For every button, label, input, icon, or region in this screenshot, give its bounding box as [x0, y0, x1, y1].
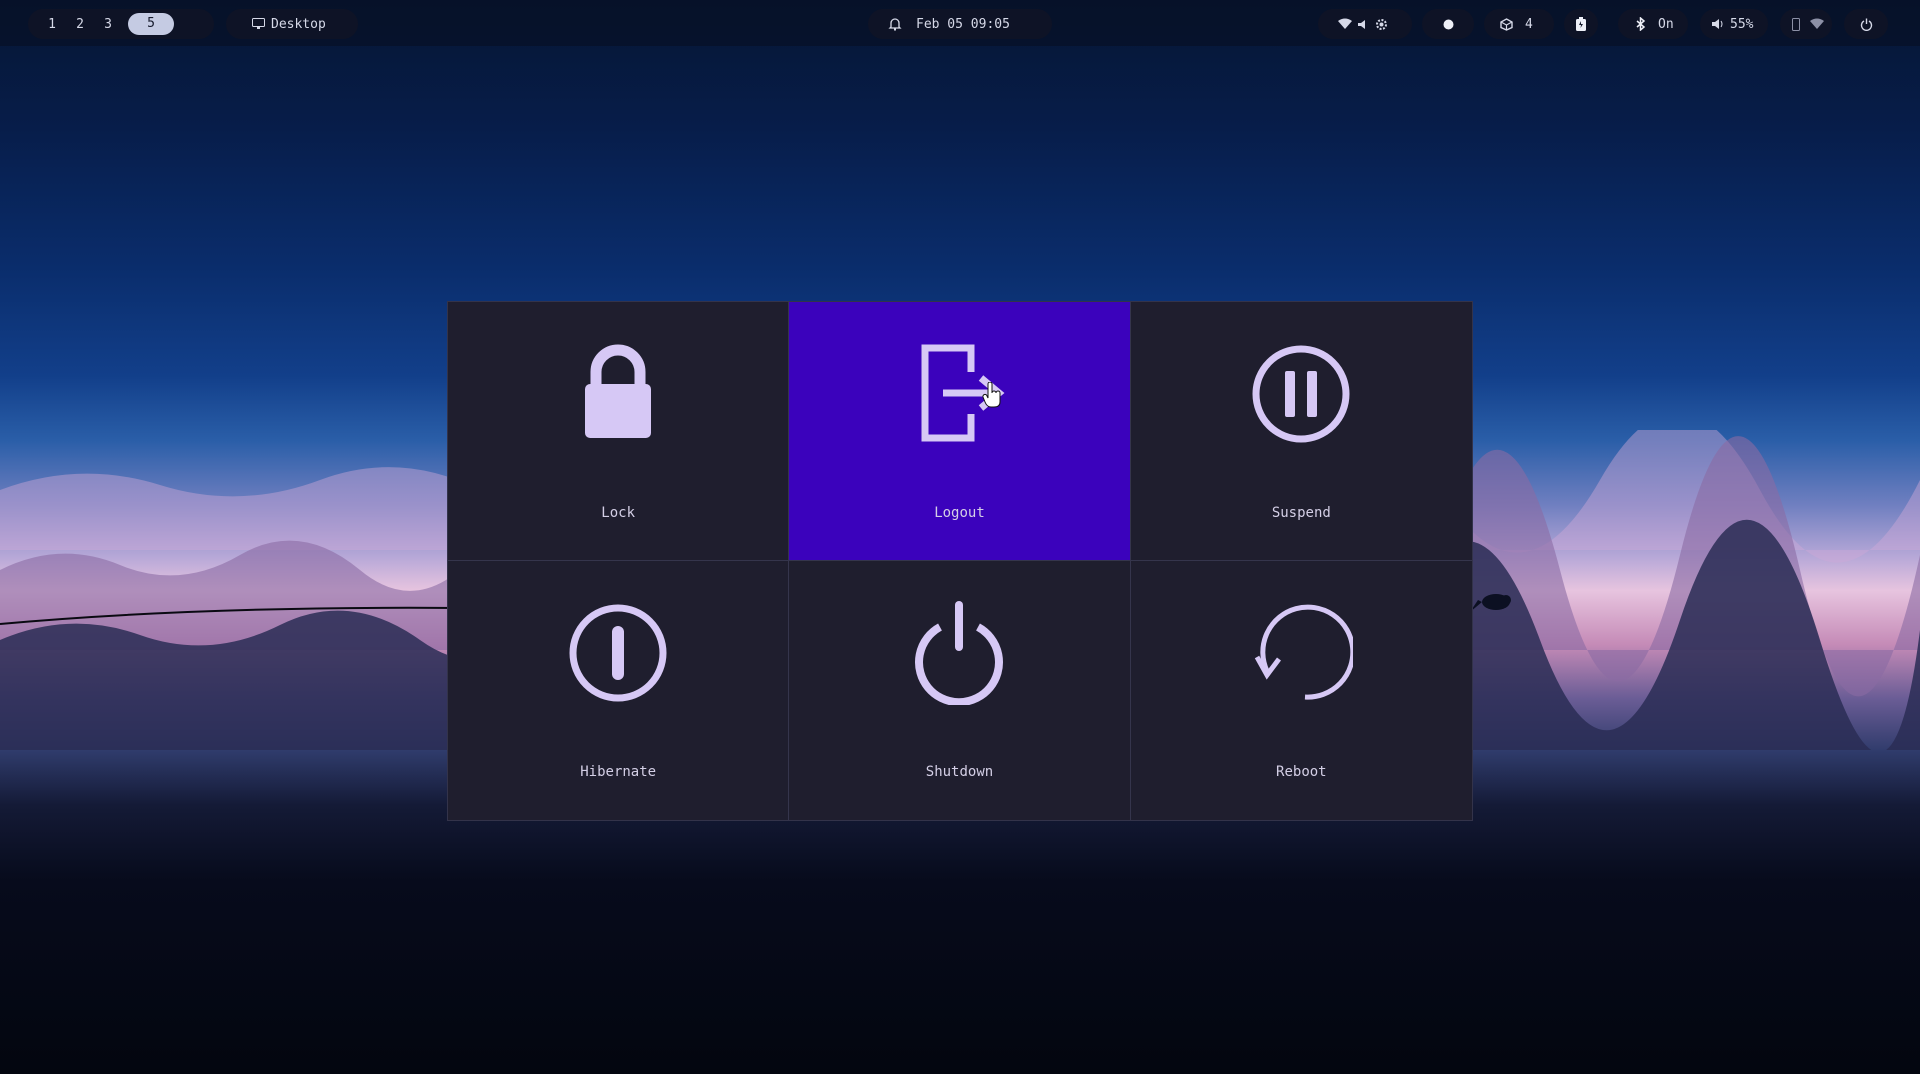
top-bar: 1 2 3 5 Desktop Feb 05 09:05 4 On 55% [0, 0, 1920, 46]
power-line [0, 606, 460, 625]
monitor-icon [252, 18, 265, 30]
workspace-5-active[interactable]: 5 [128, 13, 174, 35]
bluetooth-status: On [1658, 16, 1674, 32]
lock-label: Lock [601, 505, 636, 521]
window-title-pill[interactable]: Desktop [226, 9, 358, 39]
shutdown-label: Shutdown [925, 764, 994, 780]
bluetooth-icon [1636, 17, 1646, 31]
battery-icon [1576, 17, 1586, 31]
logout-icon [921, 344, 1005, 442]
recording-indicator[interactable] [1422, 9, 1474, 39]
hibernate-option[interactable]: Hibernate [448, 561, 790, 820]
reboot-option[interactable]: Reboot [1130, 561, 1472, 820]
volume-pill[interactable]: 55% [1700, 9, 1768, 39]
suspend-label: Suspend [1271, 505, 1331, 521]
logout-option[interactable]: Logout [789, 302, 1131, 561]
battery-pill[interactable] [1564, 9, 1598, 39]
workspace-2[interactable]: 2 [66, 17, 94, 32]
hibernate-icon [569, 604, 667, 702]
updates-count: 4 [1525, 16, 1533, 32]
clock-pill[interactable]: Feb 05 09:05 [868, 9, 1052, 39]
lock-option[interactable]: Lock [448, 302, 790, 561]
package-icon [1500, 17, 1513, 31]
workspace-1[interactable]: 1 [38, 17, 66, 32]
quick-settings-pill[interactable] [1318, 9, 1412, 39]
reboot-label: Reboot [1276, 764, 1327, 780]
pause-icon [1252, 345, 1350, 443]
bluetooth-pill[interactable]: On [1618, 9, 1688, 39]
speaker-icon [1358, 19, 1369, 30]
phone-icon[interactable] [1792, 17, 1800, 31]
bird-silhouette [1470, 594, 1511, 612]
gear-icon [1375, 18, 1388, 31]
volume-icon [1712, 18, 1724, 30]
lock-icon [585, 344, 652, 438]
power-button[interactable] [1844, 9, 1888, 39]
volume-percent: 55% [1730, 16, 1754, 32]
wifi-icon [1338, 18, 1352, 30]
workspace-switcher: 1 2 3 5 [28, 9, 214, 39]
workspace-3[interactable]: 3 [94, 17, 122, 32]
updates-pill[interactable]: 4 [1484, 9, 1554, 39]
shutdown-option[interactable]: Shutdown [789, 561, 1131, 820]
hibernate-label: Hibernate [580, 764, 657, 780]
reboot-icon [1255, 604, 1354, 700]
power-icon-small [1860, 18, 1873, 31]
record-dot-icon [1443, 19, 1454, 30]
bell-icon [888, 17, 902, 31]
logout-label: Logout [934, 505, 985, 521]
network-icon[interactable] [1810, 18, 1824, 30]
power-menu: Lock Logout Suspend Hibernate Shutdown R… [447, 301, 1473, 821]
suspend-option[interactable]: Suspend [1130, 302, 1472, 561]
system-tray [1780, 9, 1832, 39]
power-icon [915, 601, 1004, 705]
window-title: Desktop [271, 16, 326, 32]
datetime-text: Feb 05 09:05 [916, 16, 1010, 32]
